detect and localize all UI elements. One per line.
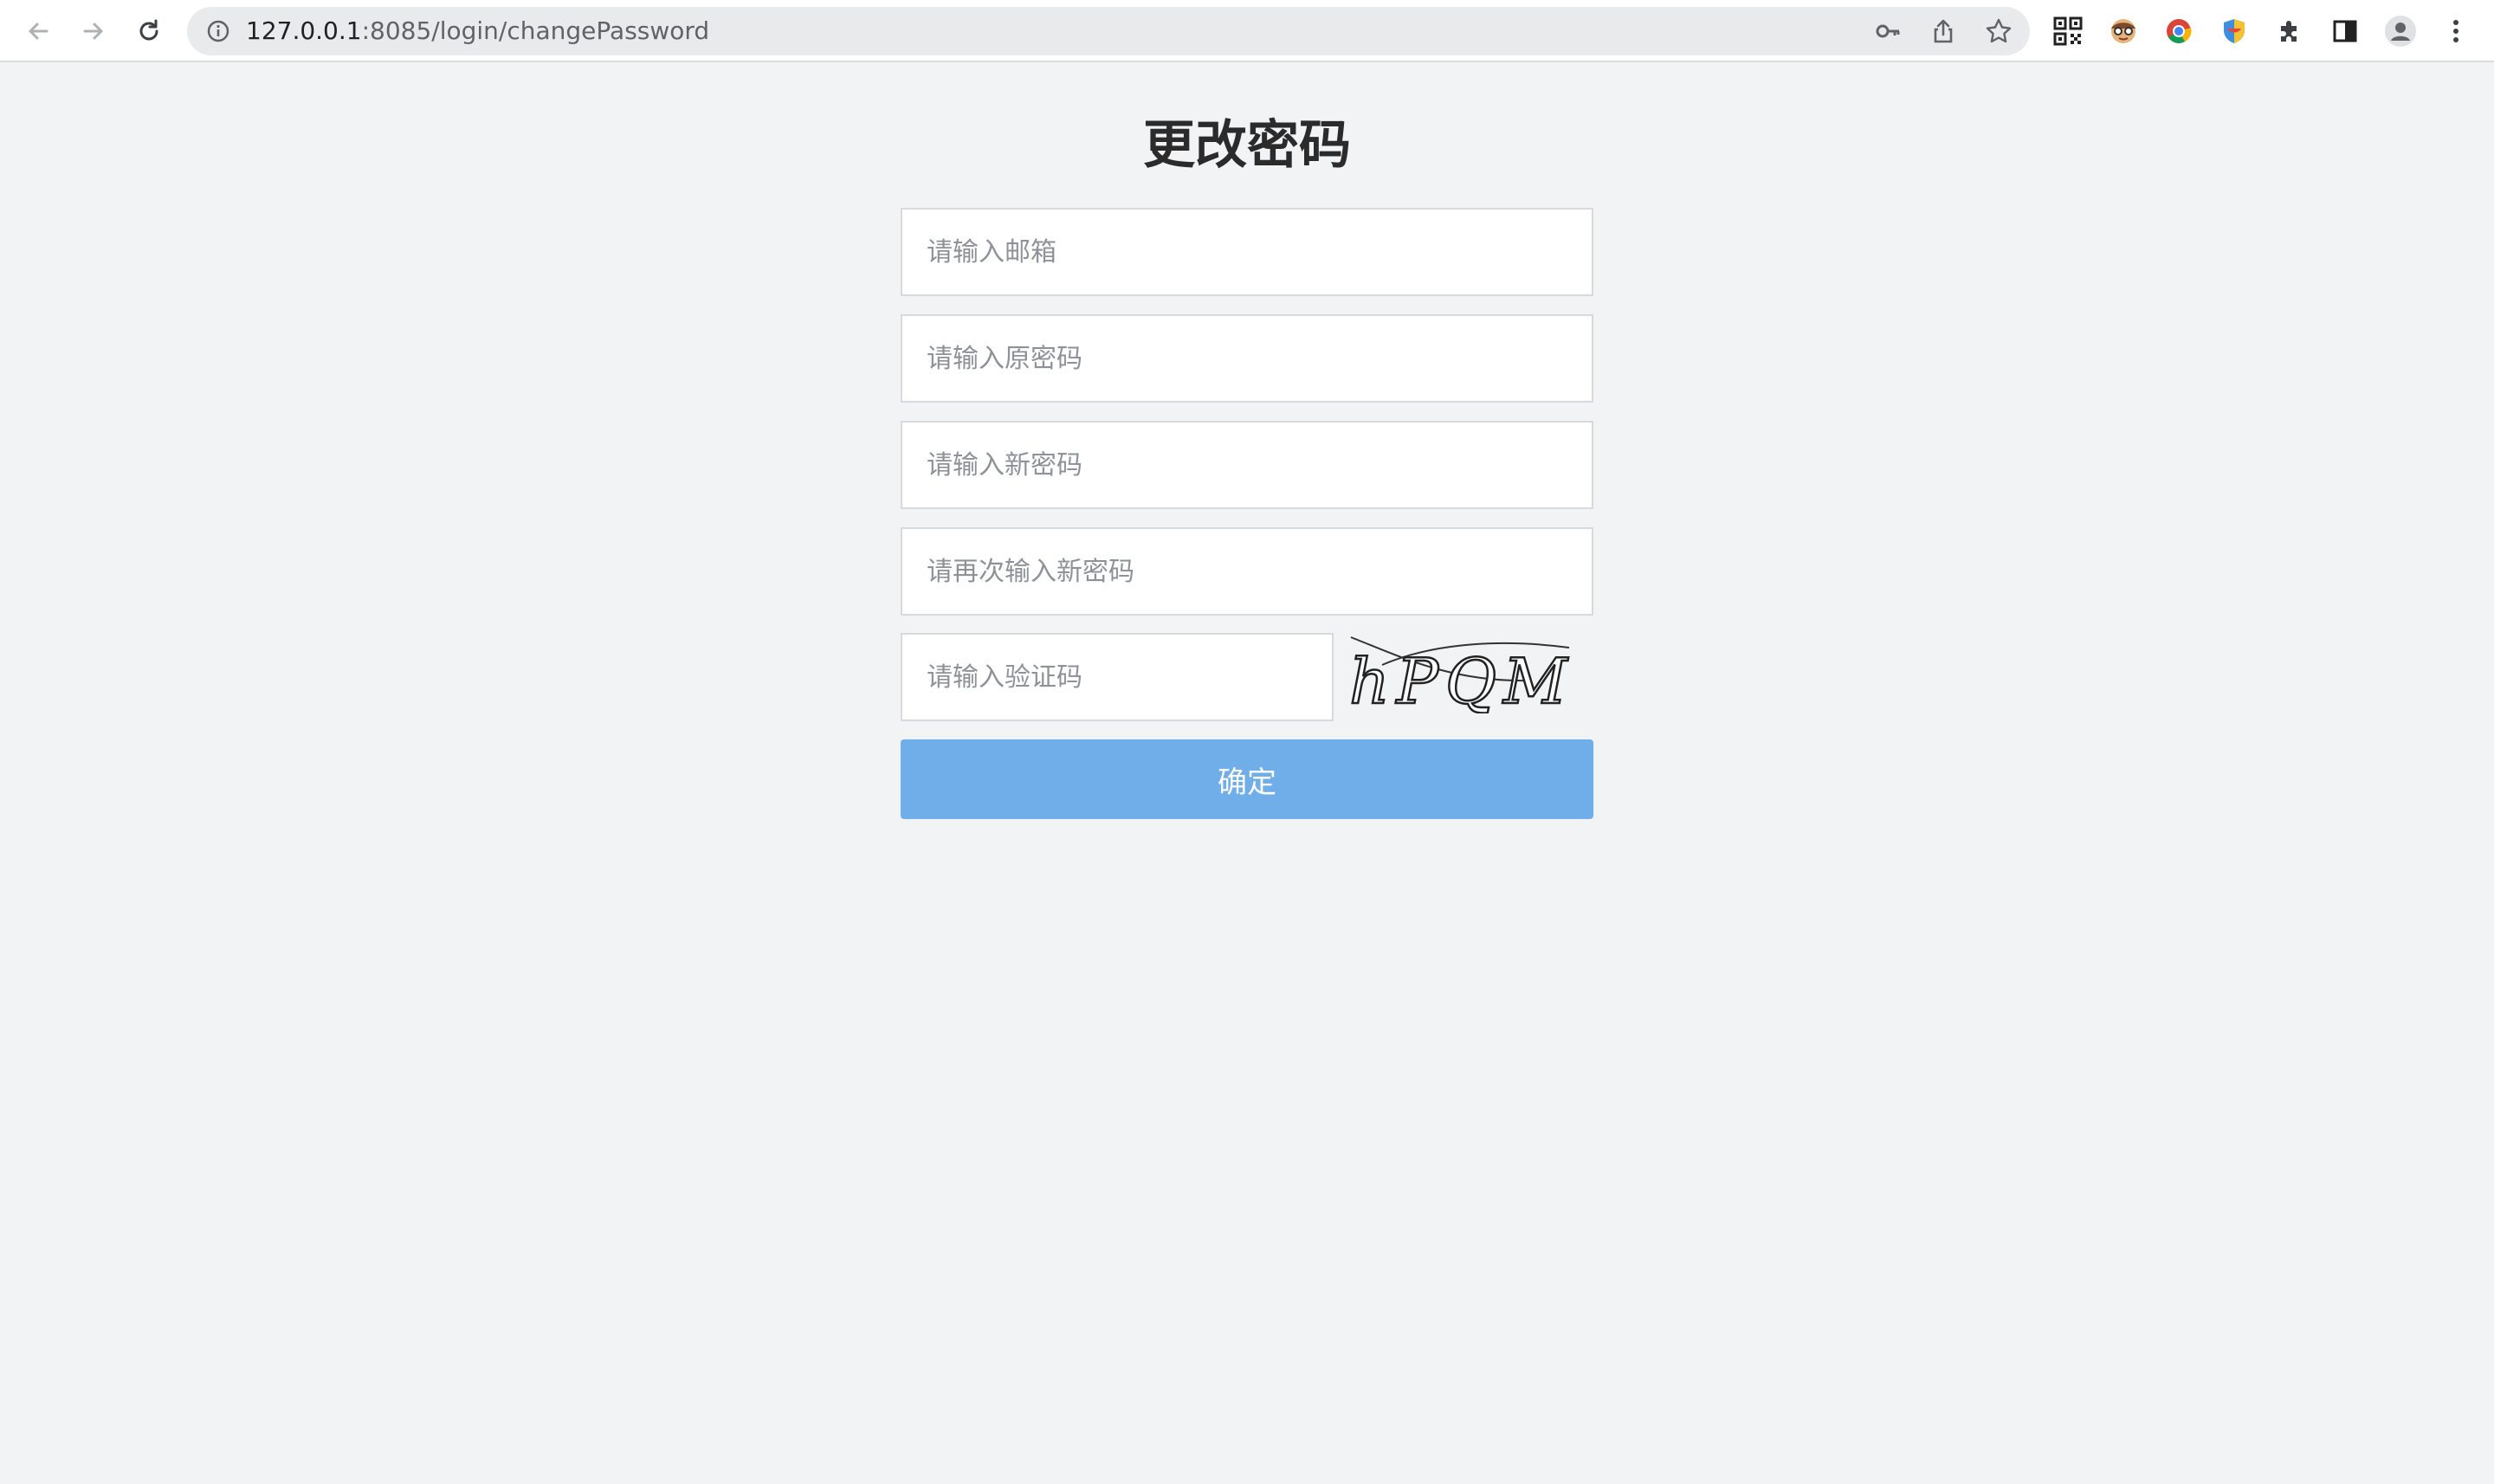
- captcha-text: hPQM: [1349, 645, 1574, 713]
- extension-shield-icon[interactable]: [2215, 12, 2253, 50]
- back-icon[interactable]: [19, 12, 57, 50]
- email-input[interactable]: [901, 208, 1593, 296]
- extensions-puzzle-icon[interactable]: [2271, 12, 2309, 50]
- extension-face-icon[interactable]: [2104, 12, 2142, 50]
- qr-code-icon[interactable]: [2049, 12, 2087, 50]
- side-panel-icon[interactable]: [2326, 12, 2364, 50]
- address-bar[interactable]: 127.0.0.1:8085/login/changePassword: [187, 7, 2030, 55]
- forward-icon[interactable]: [74, 12, 113, 50]
- url-host: 127.0.0.1: [246, 16, 362, 45]
- old-password-input[interactable]: [901, 314, 1593, 403]
- share-icon[interactable]: [1924, 12, 1962, 50]
- site-info-icon[interactable]: [204, 17, 232, 45]
- profile-avatar-icon[interactable]: [2381, 12, 2420, 50]
- menu-kebab-icon[interactable]: [2437, 12, 2475, 50]
- password-key-icon[interactable]: [1869, 12, 1907, 50]
- confirm-button[interactable]: 确定: [901, 739, 1593, 819]
- page-title: 更改密码: [1143, 115, 1351, 176]
- address-url[interactable]: 127.0.0.1:8085/login/changePassword: [246, 7, 709, 55]
- confirm-password-input[interactable]: [901, 527, 1593, 616]
- captcha-image[interactable]: hPQM: [1347, 630, 1576, 713]
- new-password-input[interactable]: [901, 421, 1593, 509]
- bookmark-star-icon[interactable]: [1980, 12, 2018, 50]
- browser-toolbar: 127.0.0.1:8085/login/changePassword: [0, 0, 2494, 62]
- reload-icon[interactable]: [130, 12, 168, 50]
- url-path: :8085/login/changePassword: [361, 16, 710, 45]
- extension-chrome-icon[interactable]: [2160, 12, 2198, 50]
- captcha-input[interactable]: [901, 633, 1334, 721]
